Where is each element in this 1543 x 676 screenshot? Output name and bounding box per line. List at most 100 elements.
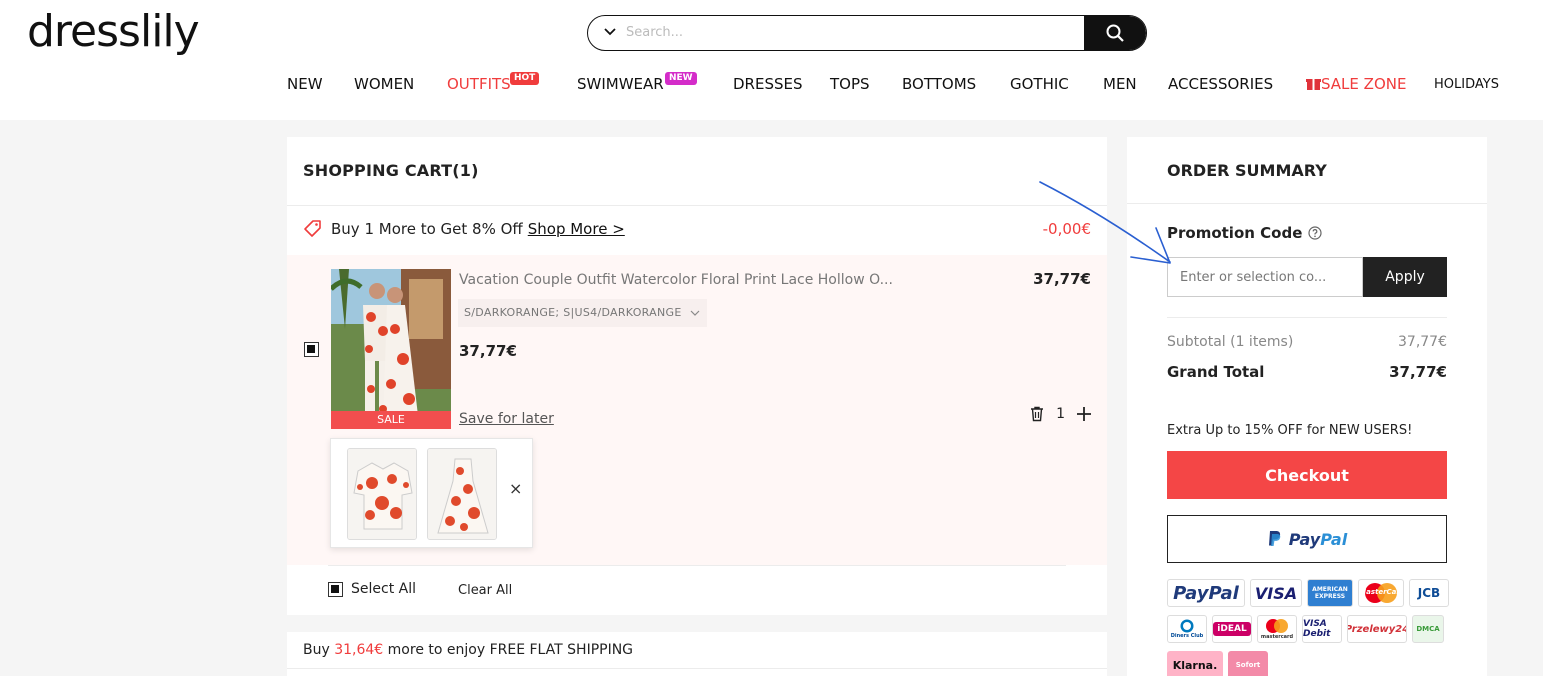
- quantity-value[interactable]: 1: [1056, 406, 1065, 422]
- divider: [1127, 203, 1487, 204]
- new-badge: NEW: [665, 72, 697, 85]
- sale-label: SALE: [331, 411, 451, 429]
- clear-all-button[interactable]: Clear All: [458, 583, 512, 598]
- divider: [328, 565, 1066, 566]
- item-checkbox[interactable]: [304, 342, 319, 357]
- jcb-logo: JCB: [1409, 579, 1449, 607]
- checkout-button[interactable]: Checkout: [1167, 451, 1447, 499]
- product-price: 37,77€: [459, 342, 517, 360]
- divider: [1167, 317, 1447, 318]
- nav-item-accessories[interactable]: ACCESSORIES: [1168, 75, 1273, 93]
- paypal-text-pal: Pal: [1320, 529, 1348, 549]
- site-logo[interactable]: dresslily: [27, 6, 200, 57]
- visa-debit-logo: VISA Debit: [1302, 615, 1342, 643]
- save-for-later-link[interactable]: Save for later: [459, 411, 554, 427]
- shirt-image: [348, 449, 416, 539]
- dmca-logo: DMCA: [1412, 615, 1444, 643]
- paypal-checkout-button[interactable]: Pay Pal: [1167, 515, 1447, 563]
- amex-logo: AMERICAN EXPRESS: [1307, 579, 1353, 607]
- nav-item-women[interactable]: WOMEN: [354, 75, 414, 93]
- shipping-suffix: more to enjoy FREE FLAT SHIPPING: [387, 642, 634, 658]
- select-all-checkbox[interactable]: [328, 581, 343, 597]
- free-shipping-banner: Buy 31,64€ more to enjoy FREE FLAT SHIPP…: [287, 632, 1107, 676]
- nav-item-men[interactable]: MEN: [1103, 75, 1137, 93]
- cart-title: SHOPPING CART(1): [303, 161, 479, 180]
- order-summary-title: ORDER SUMMARY: [1167, 161, 1327, 180]
- quantity-stepper: 1: [1018, 406, 1091, 422]
- paypal-logo: PayPal: [1167, 579, 1245, 607]
- promo-code-input[interactable]: [1167, 257, 1363, 297]
- hot-badge: HOT: [510, 72, 540, 85]
- maestro-icon: [1266, 619, 1288, 633]
- order-summary-panel: ORDER SUMMARY Promotion Code Apply Subto…: [1127, 137, 1487, 676]
- dress-image: [428, 449, 496, 539]
- nav-item-new[interactable]: NEW: [287, 75, 323, 93]
- promo-discount-amount: -0,00€: [1042, 220, 1091, 238]
- help-icon[interactable]: [1308, 226, 1322, 240]
- klarna-logo: Klarna.: [1167, 651, 1223, 676]
- mastercard-logo: MasterCard: [1358, 579, 1404, 607]
- maestro-logo: mastercard: [1257, 615, 1297, 643]
- close-icon[interactable]: ×: [509, 479, 522, 498]
- shopping-cart-panel: SHOPPING CART(1) Buy 1 More to Get 8% Of…: [287, 137, 1107, 615]
- nav-item-dresses[interactable]: DRESSES: [733, 75, 803, 93]
- grand-total-value: 37,77€: [1389, 363, 1447, 381]
- ideal-logo: iDEAL: [1212, 615, 1252, 643]
- promo-banner: Buy 1 More to Get 8% Off Shop More >: [303, 219, 625, 239]
- diners-club-icon: [1180, 619, 1194, 633]
- diners-club-logo: Diners Club: [1167, 615, 1207, 643]
- maestro-label: mastercard: [1260, 634, 1294, 640]
- search-button[interactable]: [1084, 16, 1146, 50]
- nav-item-sale-zone[interactable]: SALE ZONE: [1321, 75, 1406, 93]
- main-nav: NEW WOMEN OUTFITS HOT SWIMWEAR NEW DRESS…: [0, 72, 1543, 95]
- plus-icon[interactable]: [1077, 407, 1091, 421]
- item-subtotal: 37,77€: [1033, 270, 1091, 288]
- cart-item: SALE Vacation Couple Outfit Watercolor F…: [287, 255, 1107, 565]
- shop-more-link[interactable]: Shop More >: [528, 220, 625, 238]
- sofort-logo: Sofort: [1228, 651, 1268, 676]
- nav-item-bottoms[interactable]: BOTTOMS: [902, 75, 976, 93]
- grand-total-label: Grand Total: [1167, 363, 1265, 381]
- bundle-thumb-shirt[interactable]: [347, 448, 417, 540]
- variant-label: S/DARKORANGE; S|US4/DARKORANGE: [464, 306, 682, 319]
- search-input[interactable]: [626, 16, 1076, 49]
- visa-logo: VISA: [1250, 579, 1302, 607]
- paypal-icon: [1268, 531, 1281, 546]
- paypal-text-pay: Pay: [1288, 529, 1321, 549]
- apply-button[interactable]: Apply: [1363, 257, 1447, 297]
- divider: [287, 668, 1107, 669]
- variant-selector[interactable]: S/DARKORANGE; S|US4/DARKORANGE: [458, 299, 708, 327]
- select-all-label[interactable]: Select All: [351, 581, 416, 597]
- promo-text: Buy 1 More to Get 8% Off: [331, 220, 523, 238]
- site-header: dresslily NEW WOMEN OUTFITS HOT SWIMWEAR…: [0, 0, 1543, 120]
- search-icon: [1106, 24, 1124, 42]
- new-user-offer: Extra Up to 15% OFF for NEW USERS!: [1167, 423, 1413, 438]
- nav-item-swimwear[interactable]: SWIMWEAR: [577, 75, 664, 93]
- chevron-down-icon: [690, 310, 700, 316]
- trash-icon[interactable]: [1030, 406, 1044, 422]
- product-name[interactable]: Vacation Couple Outfit Watercolor Floral…: [459, 272, 899, 288]
- nav-item-outfits[interactable]: OUTFITS: [447, 75, 511, 93]
- nav-item-tops[interactable]: TOPS: [830, 75, 870, 93]
- shipping-amount: 31,64€: [334, 642, 384, 658]
- diners-club-label: Diners Club: [1170, 633, 1204, 639]
- nav-item-gothic[interactable]: GOTHIC: [1010, 75, 1069, 93]
- subtotal-label: Subtotal (1 items): [1167, 334, 1294, 350]
- bundle-popup: ×: [330, 438, 533, 548]
- subtotal-value: 37,77€: [1398, 334, 1447, 350]
- gift-icon: [1306, 79, 1321, 90]
- shipping-prefix: Buy: [303, 642, 330, 658]
- promotion-code-text: Promotion Code: [1167, 224, 1303, 242]
- mastercard-label: MasterCard: [1359, 588, 1404, 596]
- nav-item-holidays[interactable]: HOLIDAYS: [1434, 77, 1499, 92]
- product-image[interactable]: SALE: [331, 269, 451, 429]
- shipping-message: Buy 31,64€ more to enjoy FREE FLAT SHIPP…: [303, 642, 633, 658]
- chevron-down-icon[interactable]: [602, 23, 618, 39]
- search-bar: [587, 15, 1147, 51]
- przelewy24-logo: Przelewy24: [1347, 615, 1407, 643]
- bundle-thumb-dress[interactable]: [427, 448, 497, 540]
- select-all-row: Select All: [328, 581, 416, 597]
- couple-outfit-photo: [331, 269, 451, 429]
- ideal-label: iDEAL: [1213, 622, 1251, 636]
- divider: [287, 205, 1107, 206]
